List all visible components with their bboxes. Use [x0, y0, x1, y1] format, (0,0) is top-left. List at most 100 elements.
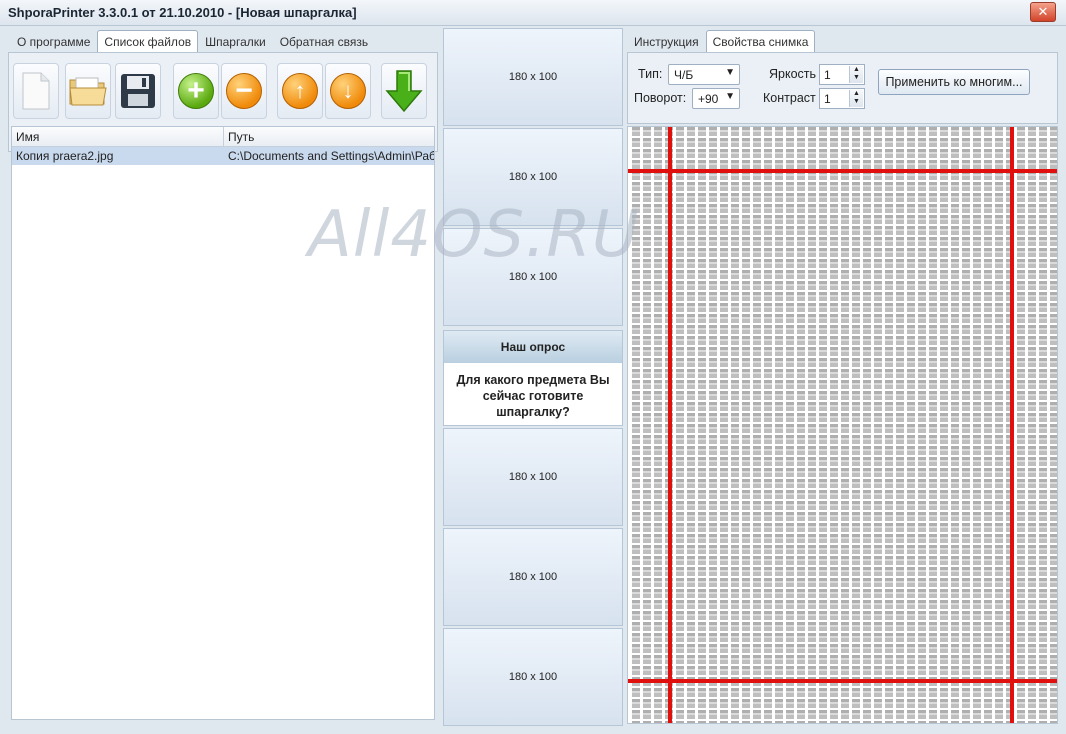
- apply-to-many-button[interactable]: Применить ко многим...: [878, 69, 1030, 95]
- tab-file-list[interactable]: Список файлов: [97, 30, 199, 52]
- add-file-button[interactable]: +: [173, 63, 219, 119]
- rotation-value: +90: [698, 92, 719, 106]
- scanned-text-line: [654, 127, 662, 723]
- banner-slot[interactable]: 180 x 100: [443, 28, 623, 126]
- open-folder-icon: [69, 77, 107, 106]
- add-icon: +: [178, 73, 214, 109]
- banner-slot[interactable]: 180 x 100: [443, 528, 623, 626]
- scanned-text-line: [1017, 127, 1025, 723]
- scanned-text-line: [1028, 127, 1036, 723]
- column-header-path[interactable]: Путь: [224, 127, 434, 146]
- scanned-text-line: [929, 127, 937, 723]
- scanned-text-line: [808, 127, 816, 723]
- file-path-cell: C:\Documents and Settings\Admin\Рабо...: [228, 149, 434, 163]
- scanned-text-line: [775, 127, 783, 723]
- scanned-text-line: [918, 127, 926, 723]
- move-up-icon: ↑: [282, 73, 318, 109]
- tab-instructions[interactable]: Инструкция: [627, 30, 706, 52]
- scanned-text-line: [819, 127, 827, 723]
- scanned-text-line: [720, 127, 728, 723]
- scanned-text-line: [852, 127, 860, 723]
- scanned-text-line: [797, 127, 805, 723]
- banner-slot[interactable]: 180 x 100: [443, 628, 623, 726]
- scanned-text-line: [1039, 127, 1047, 723]
- scanned-text-line: [753, 127, 761, 723]
- rotation-select[interactable]: +90 ▼: [692, 88, 740, 109]
- contrast-spinner[interactable]: 1 ▲ ▼: [819, 88, 865, 109]
- scanned-text-line: [962, 127, 970, 723]
- type-value: Ч/Б: [674, 68, 694, 82]
- scanned-text-line: [995, 127, 1003, 723]
- poll-question[interactable]: Для какого предмета Вы сейчас готовите ш…: [444, 363, 622, 420]
- scanned-text-line: [907, 127, 915, 723]
- left-panel: О программе Список файлов Шпаргалки Обра…: [8, 30, 438, 722]
- new-document-icon: [22, 72, 50, 110]
- image-preview[interactable]: [627, 126, 1058, 724]
- save-button[interactable]: [115, 63, 161, 119]
- crop-line-top[interactable]: [628, 169, 1057, 173]
- scanned-text-line: [709, 127, 717, 723]
- chevron-down-icon: ▼: [725, 91, 735, 102]
- move-up-button[interactable]: ↑: [277, 63, 323, 119]
- close-button[interactable]: ✕: [1030, 2, 1056, 22]
- scanned-text-line: [841, 127, 849, 723]
- move-down-button[interactable]: ↓: [325, 63, 371, 119]
- scanned-text-line: [951, 127, 959, 723]
- scanned-text-line: [984, 127, 992, 723]
- remove-icon: −: [226, 73, 262, 109]
- scanned-text-line: [830, 127, 838, 723]
- brightness-spinner[interactable]: 1 ▲ ▼: [819, 64, 865, 85]
- image-properties: Тип: Ч/Б ▼ Поворот: +90 ▼ Яркость 1 ▲ ▼ К…: [627, 52, 1058, 124]
- crop-line-left[interactable]: [668, 127, 672, 723]
- poll-header: Наш опрос: [444, 331, 622, 363]
- brightness-value: 1: [824, 68, 831, 82]
- table-header: Имя Путь: [12, 127, 434, 147]
- poll-panel: Наш опрос Для какого предмета Вы сейчас …: [443, 330, 623, 426]
- move-down-icon: ↓: [330, 73, 366, 109]
- column-header-name[interactable]: Имя: [12, 127, 224, 146]
- table-row[interactable]: Копия praera2.jpg C:\Documents and Setti…: [12, 147, 434, 165]
- tab-image-properties[interactable]: Свойства снимка: [705, 30, 816, 52]
- tab-feedback[interactable]: Обратная связь: [273, 30, 375, 52]
- scanned-text-line: [764, 127, 772, 723]
- generate-button[interactable]: [381, 63, 427, 119]
- right-panel: Инструкция Свойства снимка Тип: Ч/Б ▼ По…: [627, 28, 1058, 726]
- file-name-cell: Копия praera2.jpg: [16, 149, 114, 163]
- remove-file-button[interactable]: −: [221, 63, 267, 119]
- scanned-text-line: [687, 127, 695, 723]
- scanned-text-line: [863, 127, 871, 723]
- scanned-text-line: [940, 127, 948, 723]
- rotation-label: Поворот:: [634, 91, 687, 105]
- spin-arrows-icon[interactable]: ▲ ▼: [849, 90, 863, 107]
- crop-line-right[interactable]: [1010, 127, 1014, 723]
- save-disk-icon: [121, 74, 155, 108]
- type-select[interactable]: Ч/Б ▼: [668, 64, 740, 85]
- close-icon: ✕: [1037, 4, 1049, 19]
- scanned-text-line: [874, 127, 882, 723]
- ad-column: 180 x 100 180 x 100 180 x 100 Наш опрос …: [443, 28, 623, 726]
- spin-arrows-icon[interactable]: ▲ ▼: [849, 66, 863, 83]
- left-tabs: О программе Список файлов Шпаргалки Обра…: [10, 30, 375, 52]
- title-bar: ShporaPrinter 3.3.0.1 от 21.10.2010 - [Н…: [0, 0, 1066, 26]
- window-title: ShporaPrinter 3.3.0.1 от 21.10.2010 - [Н…: [8, 5, 357, 20]
- scanned-text-line: [643, 127, 651, 723]
- tab-about[interactable]: О программе: [10, 30, 97, 52]
- scanned-text-line: [896, 127, 904, 723]
- contrast-label: Контраст: [763, 91, 816, 105]
- contrast-value: 1: [824, 92, 831, 106]
- scanned-text-line: [1050, 127, 1057, 723]
- download-arrow-icon: [385, 70, 423, 113]
- scanned-text-line: [731, 127, 739, 723]
- banner-slot[interactable]: 180 x 100: [443, 428, 623, 526]
- open-button[interactable]: [65, 63, 111, 119]
- new-button[interactable]: [13, 63, 59, 119]
- scanned-text-line: [885, 127, 893, 723]
- scanned-text-line: [973, 127, 981, 723]
- scanned-text-line: [676, 127, 684, 723]
- tab-cheatsheets[interactable]: Шпаргалки: [198, 30, 273, 52]
- brightness-label: Яркость: [769, 67, 817, 81]
- scanned-text-line: [786, 127, 794, 723]
- crop-line-bottom[interactable]: [628, 679, 1057, 683]
- type-label: Тип:: [638, 67, 663, 81]
- scanned-text-line: [698, 127, 706, 723]
